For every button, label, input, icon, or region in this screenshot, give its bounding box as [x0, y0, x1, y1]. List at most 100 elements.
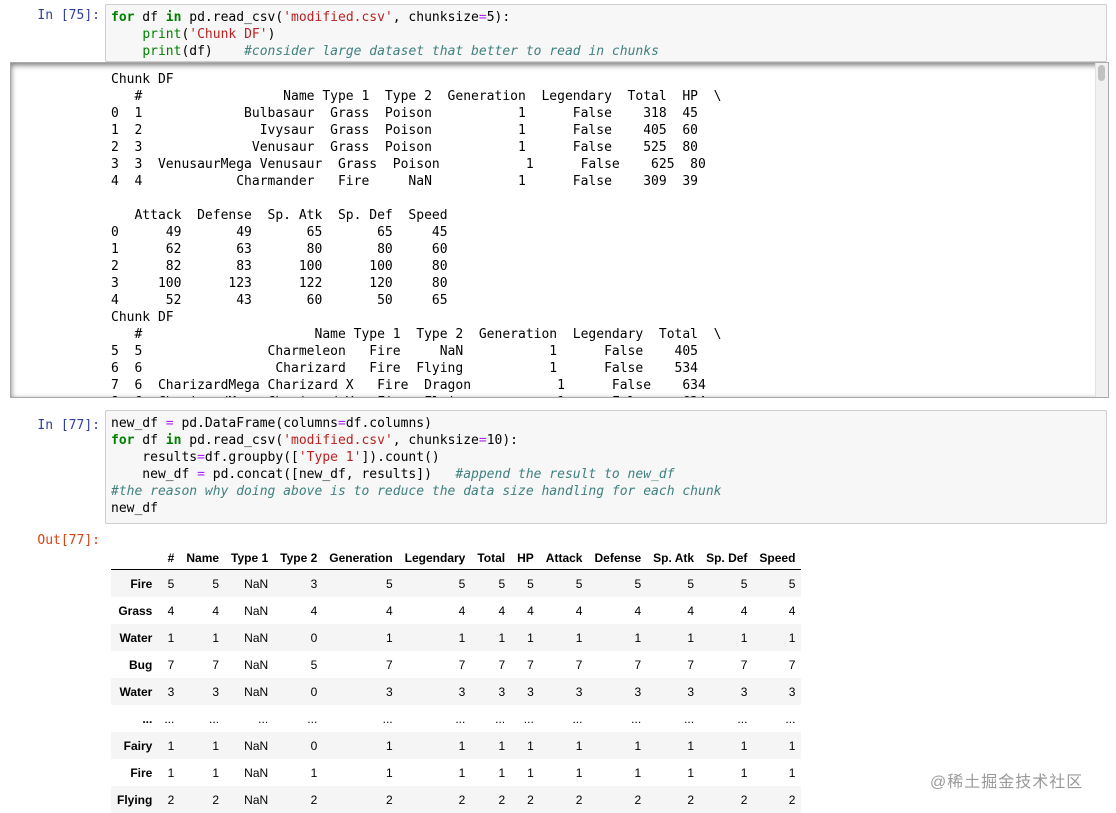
- code-line: new_df: [111, 500, 1106, 517]
- output-scrollbar[interactable]: [1095, 63, 1108, 397]
- column-header: Sp. Atk: [647, 547, 701, 570]
- table-cell: 4: [687, 603, 695, 618]
- cell-1-code-editor[interactable]: for df in pd.read_csv('modified.csv', ch…: [105, 4, 1107, 62]
- row-index: Fire: [130, 765, 153, 780]
- output-line: 2 82 83 100 100 80: [111, 259, 448, 274]
- table-row: Fire 1 1 NaN 1 1 1 1 1 1 1 1 1 1: [111, 759, 801, 786]
- table-row: Flying 2 2 NaN 2 2 2 2 2 2 2 2 2 2: [111, 786, 802, 813]
- code-token: #the reason why doing above is to reduce…: [111, 484, 722, 499]
- table-cell: 5: [575, 576, 583, 591]
- table-cell: 2: [385, 792, 393, 807]
- row-index: Water: [119, 630, 153, 645]
- code-token: pd.DataFrame(columns: [173, 416, 338, 431]
- code-token: pd.read_csv(: [181, 10, 284, 25]
- cell-2-code-editor[interactable]: new_df = pd.DataFrame(columns=df.columns…: [105, 410, 1107, 524]
- code-line: #the reason why doing above is to reduce…: [111, 483, 1106, 500]
- code-token: new_df: [111, 467, 198, 482]
- column-header: Name: [180, 547, 226, 570]
- column-header: #: [158, 547, 181, 570]
- table-cell: 1: [634, 765, 642, 780]
- table-cell: 3: [310, 576, 318, 591]
- table-cell: 1: [575, 765, 583, 780]
- code-token: pd.concat([new_df, results]): [204, 467, 456, 482]
- table-cell: NaN: [244, 657, 269, 672]
- output-line: 0 49 49 65 65 45: [111, 225, 448, 240]
- output-line: 0 1 Bulbasaur Grass Poison 1 False 318 4…: [111, 106, 698, 121]
- table-cell: 2: [575, 792, 583, 807]
- table-cell: 1: [458, 630, 466, 645]
- table-cell: 7: [385, 657, 393, 672]
- table-cell: 0: [310, 630, 318, 645]
- table-cell: 7: [575, 657, 583, 672]
- code-token: in: [165, 433, 182, 448]
- table-cell: 4: [575, 603, 583, 618]
- code-token: 'Type 1': [298, 450, 362, 465]
- table-row: Grass 4 4 NaN 4 4 4 4 4 4 4 4 4 4: [111, 597, 801, 624]
- row-index: ...: [142, 711, 153, 726]
- code-line: print('Chunk DF'): [111, 26, 1106, 43]
- row-index: Grass: [118, 603, 153, 618]
- output-line: 8 6 CharizardMega Charizard Y Fire Flyin…: [111, 394, 721, 397]
- table-cell: 1: [212, 630, 220, 645]
- table-cell: 1: [740, 630, 748, 645]
- table-cell: 1: [458, 765, 466, 780]
- table-cell: 1: [527, 738, 534, 753]
- code-token: =: [338, 416, 346, 431]
- table-cell: 5: [788, 576, 796, 591]
- cell-1-input-prompt: In [75]:: [37, 8, 100, 23]
- table-cell: 3: [575, 684, 583, 699]
- table-cell: 5: [167, 576, 175, 591]
- code-token: for: [111, 433, 135, 448]
- table-cell: 1: [167, 765, 175, 780]
- code-line: for df in pd.read_csv('modified.csv', ch…: [111, 9, 1106, 26]
- column-header: Sp. Def: [700, 547, 754, 570]
- code-token: new_df: [111, 501, 158, 516]
- table-cell: 5: [740, 576, 748, 591]
- dataframe-table: # Name Type 1 Type 2 Generation Legendary Tota…: [111, 547, 802, 813]
- table-header-row: # Name Type 1 Type 2 Generation Legendary Tota…: [111, 547, 802, 570]
- table-cell: 0: [310, 684, 318, 699]
- table-row: Water 3 3 NaN 0 3 3 3 3 3 3 3 3 3: [111, 678, 802, 705]
- table-cell: 1: [687, 738, 695, 753]
- table-cell: 5: [498, 576, 506, 591]
- row-index: Fairy: [123, 738, 153, 753]
- table-cell: 4: [212, 603, 220, 618]
- column-header: Legendary: [398, 547, 472, 570]
- code-token: for: [111, 10, 135, 25]
- output-line: 4 52 43 60 50 65: [111, 293, 448, 308]
- table-cell: 1: [385, 630, 393, 645]
- table-cell: 1: [385, 738, 393, 753]
- cell-1-output-text: Chunk DF # Name Type 1 Type 2 Generation…: [111, 71, 721, 397]
- table-cell: 4: [310, 603, 318, 618]
- column-header: Speed: [753, 547, 802, 570]
- cell-1-output-area[interactable]: Chunk DF # Name Type 1 Type 2 Generation…: [10, 62, 1109, 398]
- table-cell: 3: [788, 684, 796, 699]
- table-cell: 4: [498, 603, 506, 618]
- code-token: ]).count(): [361, 450, 440, 465]
- table-cell: 2: [167, 792, 175, 807]
- code-token: , chunksize: [392, 433, 479, 448]
- table-cell: ...: [455, 711, 466, 726]
- output-line: 6 6 Charizard Fire Flying 1 False 534: [111, 361, 698, 376]
- table-cell: 2: [634, 792, 642, 807]
- table-cell: 1: [498, 630, 506, 645]
- table-cell: 1: [167, 738, 175, 753]
- column-header: Type 1: [225, 547, 275, 570]
- table-cell: 2: [687, 792, 695, 807]
- code-token: pd.read_csv(: [181, 433, 284, 448]
- table-cell: 7: [788, 657, 796, 672]
- table-cell: 5: [687, 576, 695, 591]
- code-token: df.columns): [345, 416, 432, 431]
- table-cell: 4: [740, 603, 748, 618]
- output-line: 2 3 Venusaur Grass Poison 1 False 525 80: [111, 140, 698, 155]
- code-line: new_df = pd.DataFrame(columns=df.columns…: [111, 415, 1106, 432]
- table-cell: 5: [310, 657, 318, 672]
- output-scrollbar-thumb[interactable]: [1098, 65, 1105, 81]
- table-cell: 3: [458, 684, 466, 699]
- table-cell: 1: [310, 765, 318, 780]
- table-cell: 1: [634, 738, 642, 753]
- table-cell: 3: [527, 684, 534, 699]
- row-index: Bug: [129, 657, 153, 672]
- table-row: Water 1 1 NaN 0 1 1 1 1 1 1 1 1 1: [111, 624, 802, 651]
- table-cell: 3: [740, 684, 748, 699]
